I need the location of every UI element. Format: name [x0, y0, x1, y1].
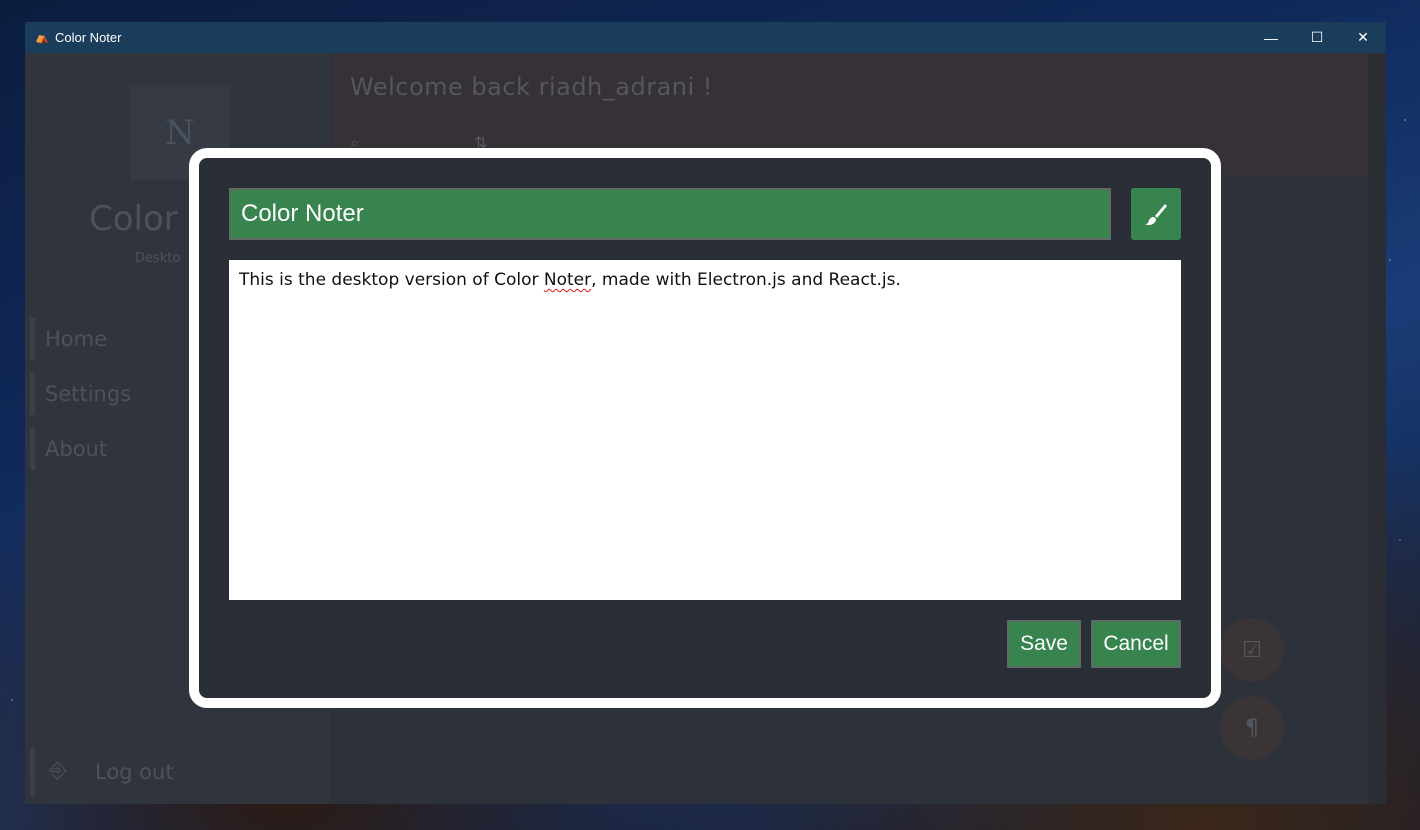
welcome-message: Welcome back riadh_adrani ! [350, 73, 713, 101]
paint-brush-icon [1145, 204, 1167, 226]
color-picker-button[interactable] [1131, 188, 1181, 240]
scrollbar[interactable] [1368, 53, 1386, 804]
logout-door-icon: ⎆ [49, 758, 67, 783]
logout-button[interactable]: ⎆ Log out [30, 748, 330, 796]
sidebar-app-subtitle: Deskto [135, 251, 181, 266]
note-text-misspelled-word: Noter [543, 270, 592, 290]
edit-note-dialog: Color Noter This is the desktop version … [189, 148, 1221, 708]
note-text-prefix: This is the desktop version of Color [239, 270, 544, 290]
window-title: Color Noter [55, 30, 122, 45]
paragraph-icon: ¶ [1245, 715, 1259, 741]
maximize-button[interactable]: ☐ [1294, 22, 1340, 53]
checkbox-icon: ☑ [1242, 637, 1262, 663]
cancel-button[interactable]: Cancel [1091, 620, 1181, 668]
checkbox-fab-button[interactable]: ☑ [1220, 618, 1284, 682]
minimize-button[interactable]: — [1248, 22, 1294, 53]
window-controls: — ☐ ✕ [1248, 22, 1386, 53]
logout-label: Log out [95, 760, 174, 784]
save-button[interactable]: Save [1007, 620, 1081, 668]
note-text-suffix: , made with Electron.js and React.js. [591, 270, 901, 290]
close-button[interactable]: ✕ [1340, 22, 1386, 53]
note-content-textarea[interactable]: This is the desktop version of Color Not… [229, 260, 1181, 600]
app-icon: ⛺ [35, 31, 49, 44]
paragraph-fab-button[interactable]: ¶ [1220, 696, 1284, 760]
note-title-input[interactable]: Color Noter [229, 188, 1111, 240]
title-bar[interactable]: ⛺ Color Noter — ☐ ✕ [25, 22, 1386, 53]
